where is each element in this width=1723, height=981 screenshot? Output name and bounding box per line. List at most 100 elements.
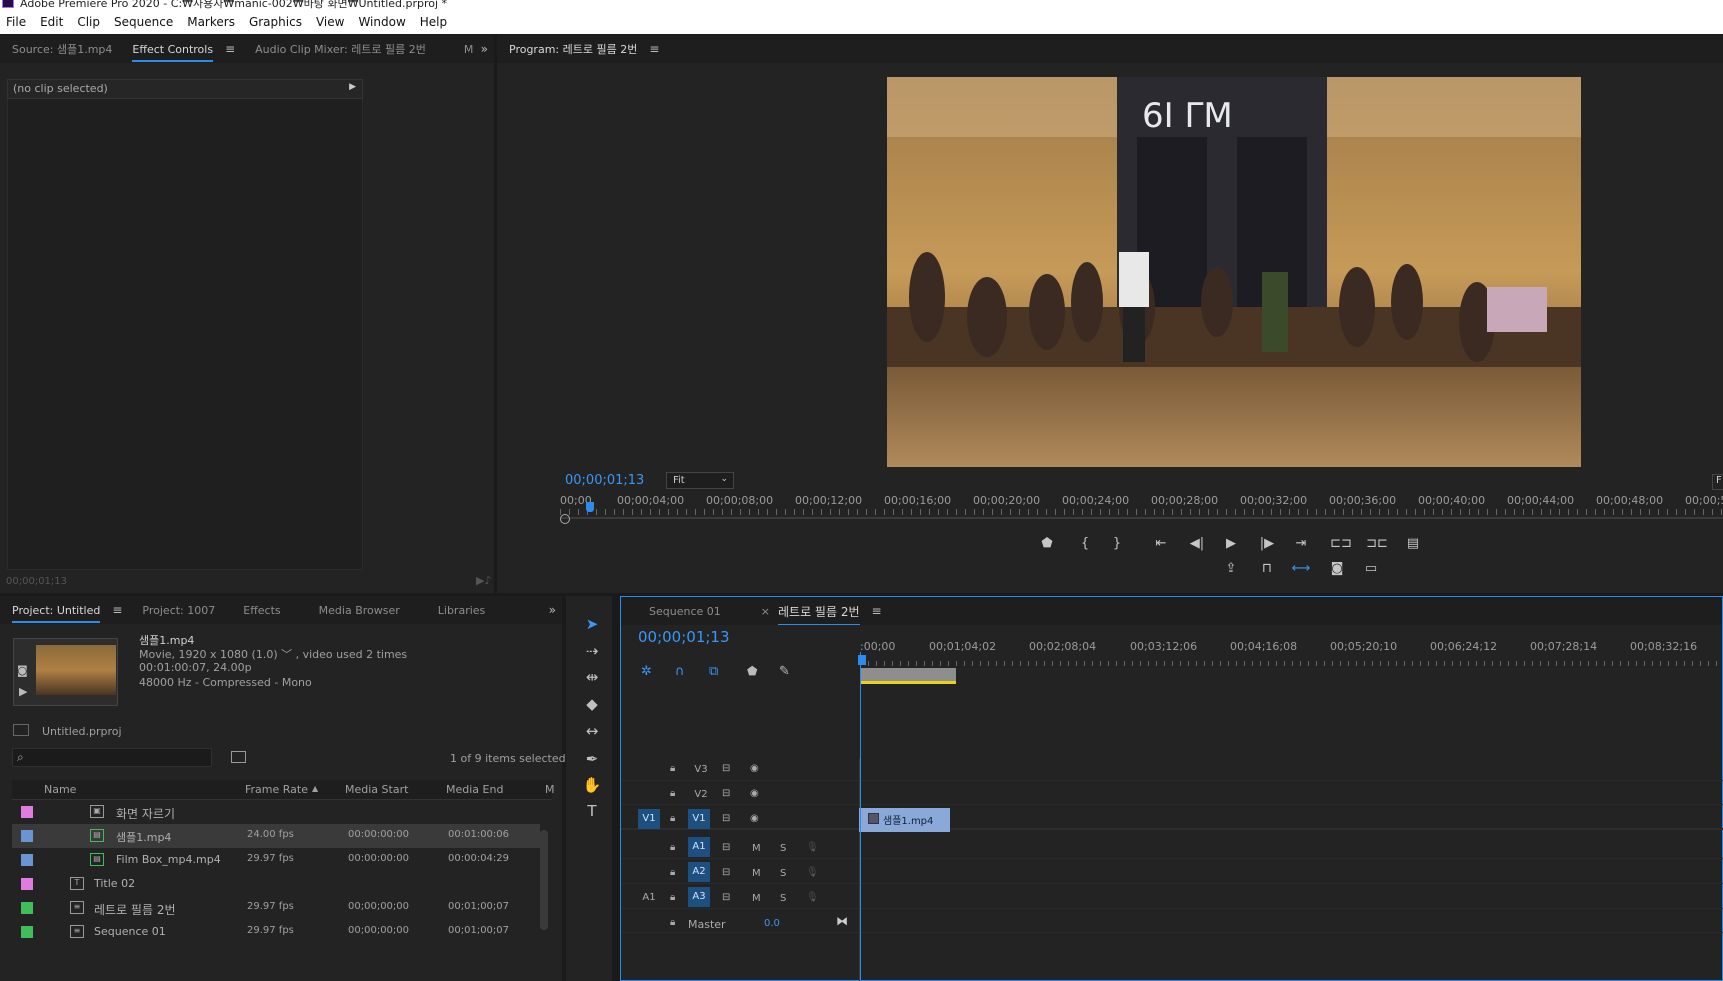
camera-icon[interactable]: ◙ (1326, 561, 1348, 576)
label-color-swatch[interactable] (21, 902, 33, 914)
step-forward-button[interactable]: |▶ (1256, 536, 1278, 551)
nest-icon[interactable]: ✲ (641, 664, 652, 679)
mic-icon[interactable]: 🎙︎ (806, 842, 819, 853)
mute-button[interactable]: M (752, 868, 761, 879)
add-marker-icon[interactable]: ⬟ (747, 664, 757, 678)
track-select-tool-icon[interactable]: ⇢ (582, 642, 602, 660)
label-color-swatch[interactable] (21, 830, 33, 842)
eye-icon[interactable]: ◉ (750, 813, 759, 824)
selection-tool-icon[interactable]: ➤ (582, 615, 602, 633)
panel-menu-icon[interactable]: ≡ (872, 604, 882, 618)
loop-icon[interactable]: ⟷ (1290, 561, 1312, 576)
play-button[interactable]: ▶ (1220, 536, 1242, 551)
list-item[interactable]: ▤ 샘플1.mp4 24.00 fps 00:00:00:00 00:01:00… (12, 824, 540, 848)
lock-icon[interactable]: 🔒︎ (670, 813, 675, 824)
solo-button[interactable]: S (780, 893, 786, 904)
label-color-swatch[interactable] (21, 854, 33, 866)
timeline-timecode[interactable]: 00;00;01;13 (638, 628, 730, 646)
label-color-swatch[interactable] (21, 806, 33, 818)
panel-menu-icon[interactable]: ≡ (225, 42, 235, 56)
lift-button[interactable]: ⊏⊐ (1330, 536, 1352, 551)
track-label-a1[interactable]: A1 (688, 837, 710, 857)
column-frame-rate[interactable]: Frame Rate (245, 783, 308, 796)
menu-file[interactable]: File (6, 15, 26, 29)
go-to-out-button[interactable]: ⇥ (1290, 536, 1312, 551)
snap-magnet-icon[interactable]: ∩ (675, 664, 685, 679)
menu-help[interactable]: Help (420, 15, 447, 29)
project-search-input[interactable]: ⌕ (12, 748, 212, 767)
panel-menu-icon[interactable]: ≡ (649, 42, 659, 56)
tab-media-browser[interactable]: Media Browser (319, 604, 400, 617)
tab-project-untitled[interactable]: Project: Untitled (12, 604, 101, 623)
tab-effect-controls[interactable]: Effect Controls (132, 43, 213, 62)
menu-view[interactable]: View (316, 15, 344, 29)
list-item[interactable]: T Title 02 (12, 872, 540, 896)
program-time-ruler[interactable]: 00;00 00;00;04;00 00;00;08;00 00;00;12;0… (560, 494, 1723, 516)
lock-icon[interactable]: 🔒︎ (670, 867, 675, 878)
menu-markers[interactable]: Markers (187, 15, 235, 29)
clip-thumbnail[interactable] (36, 645, 116, 695)
mic-icon[interactable]: 🎙︎ (806, 867, 819, 878)
source-patch-a1[interactable]: A1 (640, 892, 658, 903)
mark-in-button[interactable]: { (1074, 536, 1096, 551)
source-patch-v1[interactable]: V1 (638, 809, 660, 829)
list-item[interactable]: ≡ 레트로 필름 2번 29.97 fps 00;00;00;00 00;01;… (12, 896, 540, 920)
menu-edit[interactable]: Edit (40, 15, 63, 29)
timeline-clip-v1[interactable]: 샘플1.mp4 (859, 808, 950, 832)
extract-button[interactable]: ⊐⊏ (1366, 536, 1388, 551)
wrench-icon[interactable]: ✎ (779, 664, 790, 679)
mic-icon[interactable]: 🎙︎ (806, 892, 819, 903)
track-label-v2[interactable]: V2 (691, 789, 711, 800)
sync-lock-icon[interactable]: ⊟ (722, 788, 730, 799)
lock-icon[interactable]: 🔒︎ (670, 917, 675, 928)
add-marker-button[interactable]: ⬟ (1036, 536, 1058, 551)
tab-source[interactable]: Source: 샘플1.mp4 (12, 41, 112, 57)
audio-icon[interactable]: ▶♪ (476, 574, 491, 587)
tab-audio-clip-mixer[interactable]: Audio Clip Mixer: 레트로 필름 2번 (255, 41, 426, 57)
go-to-end-icon[interactable]: ⧓ (836, 914, 848, 928)
sync-lock-icon[interactable]: ⊟ (722, 763, 730, 774)
column-m[interactable]: M (545, 783, 555, 796)
type-tool-icon[interactable]: T (582, 802, 602, 820)
more-panels-icon[interactable]: » (481, 42, 488, 56)
list-item[interactable]: ▤ Film Box_mp4.mp4 29.97 fps 00:00:00:00… (12, 848, 540, 872)
sync-lock-icon[interactable]: ⊟ (722, 842, 730, 853)
sync-lock-icon[interactable]: ⊟ (722, 867, 730, 878)
master-volume-value[interactable]: 0.0 (764, 918, 780, 929)
hand-tool-icon[interactable]: ✋ (582, 776, 602, 794)
lock-icon[interactable]: 🔒︎ (670, 842, 675, 853)
column-media-end[interactable]: Media End (446, 783, 503, 796)
menu-sequence[interactable]: Sequence (114, 15, 173, 29)
track-label-a3[interactable]: A3 (688, 887, 710, 907)
play-thumb-icon[interactable]: ▶ (19, 685, 27, 698)
panel-menu-icon[interactable]: ≡ (112, 603, 122, 617)
pen-tool-icon[interactable]: ✒ (582, 750, 602, 768)
compare-view-button[interactable]: ▤ (1402, 536, 1424, 551)
step-back-button[interactable]: ◀| (1186, 536, 1208, 551)
program-timecode[interactable]: 00;00;01;13 (565, 473, 644, 488)
razor-tool-icon[interactable]: ◆ (582, 695, 602, 713)
toggle-proxies-icon[interactable]: ▭ (1360, 561, 1382, 576)
tab-retro-film-2[interactable]: 레트로 필름 2번 (777, 603, 860, 625)
list-item[interactable]: ≡ Sequence 01 29.97 fps 00;00;00;00 00;0… (12, 920, 540, 944)
track-label-a2[interactable]: A2 (688, 862, 710, 882)
menu-graphics[interactable]: Graphics (249, 15, 302, 29)
tab-effects[interactable]: Effects (243, 604, 280, 617)
track-label-v1[interactable]: V1 (688, 809, 710, 829)
solo-button[interactable]: S (780, 843, 786, 854)
ripple-edit-tool-icon[interactable]: ⇹ (582, 668, 602, 686)
mark-out-button[interactable]: } (1106, 536, 1128, 551)
project-scrollbar[interactable] (540, 830, 548, 930)
timeline-time-ruler[interactable]: :00;00 00;01;04;02 00;02;08;04 00;03;12;… (860, 640, 1723, 670)
eye-icon[interactable]: ◉ (750, 788, 759, 799)
eye-icon[interactable]: ◉ (750, 763, 759, 774)
label-color-swatch[interactable] (21, 878, 33, 890)
zoom-fit-select[interactable]: Fit ⌄ (666, 472, 734, 489)
close-icon[interactable]: × (761, 605, 770, 618)
menu-window[interactable]: Window (358, 15, 405, 29)
resolution-select[interactable]: F (1712, 474, 1723, 490)
sync-lock-icon[interactable]: ⊟ (722, 892, 730, 903)
new-bin-icon[interactable] (231, 751, 246, 763)
safe-margins-icon[interactable]: ⊓ (1256, 561, 1278, 576)
lock-icon[interactable]: 🔒︎ (670, 763, 675, 774)
